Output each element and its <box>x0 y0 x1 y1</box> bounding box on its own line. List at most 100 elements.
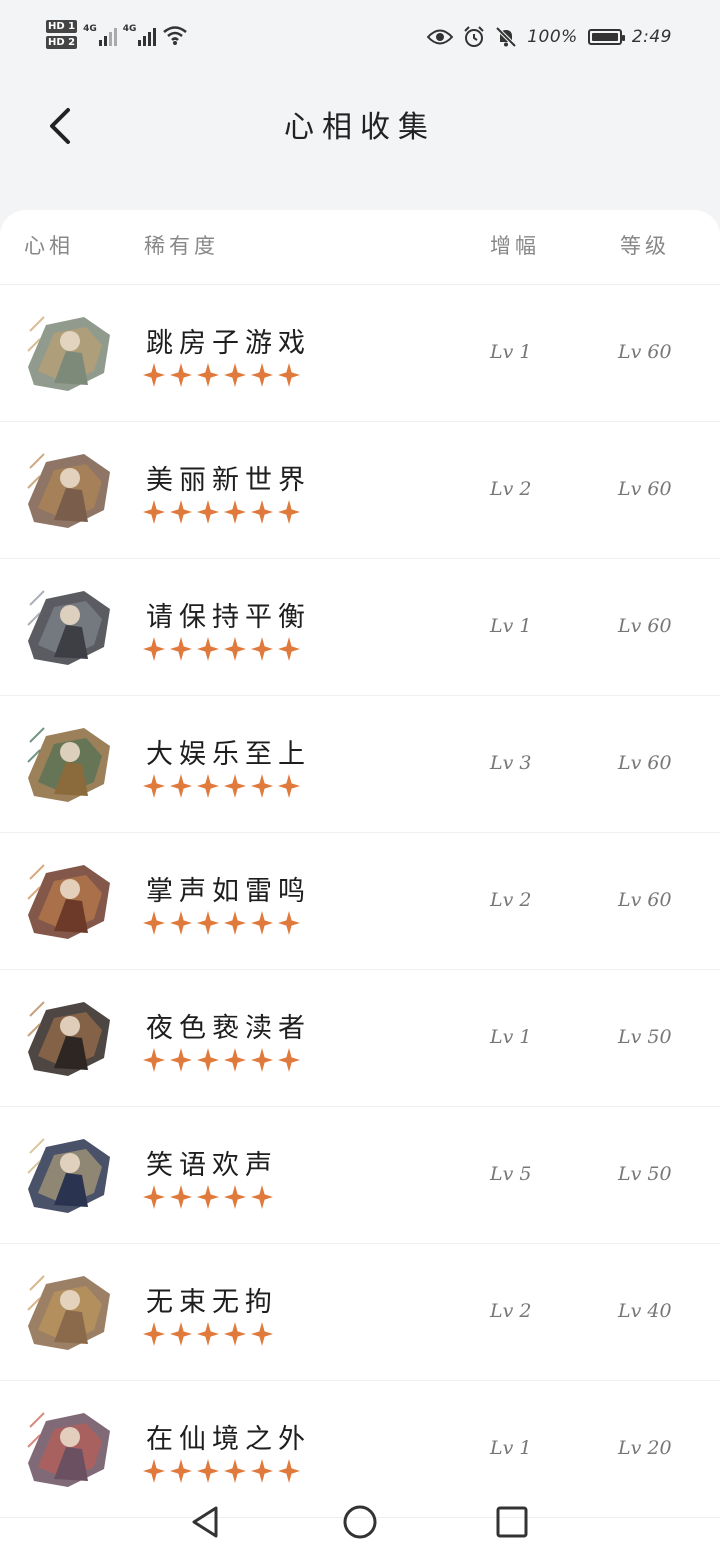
rarity-stars <box>143 637 300 661</box>
collection-card: 心相 稀有度 增幅 等级 跳房子游戏 Lv 1 Lv 60 美丽新世界 Lv 2 Lv 6… <box>0 210 720 1560</box>
row-title: 掌声如雷鸣 <box>146 876 311 907</box>
table-row[interactable]: 请保持平衡 Lv 1 Lv 60 <box>0 559 720 696</box>
star-icon <box>251 637 273 661</box>
rarity-stars <box>143 500 300 524</box>
star-icon <box>278 911 300 935</box>
star-icon <box>251 1185 273 1209</box>
card-level: Lv 20 <box>618 1437 672 1459</box>
star-icon <box>197 774 219 798</box>
card-art-thumbnail <box>27 1275 110 1350</box>
status-right-group: 100% 2:49 <box>427 26 672 48</box>
status-bar: HD 1 HD 2 4G 4G 100% 2:49 <box>0 0 720 80</box>
card-art-thumbnail <box>27 316 110 391</box>
card-level: Lv 40 <box>618 1300 672 1322</box>
star-icon <box>170 774 192 798</box>
star-icon <box>278 637 300 661</box>
star-icon <box>170 637 192 661</box>
star-icon <box>224 1048 246 1072</box>
star-icon <box>278 500 300 524</box>
star-icon <box>224 1185 246 1209</box>
star-icon <box>170 363 192 387</box>
star-icon <box>224 363 246 387</box>
app-bar: 心相收集 <box>0 80 720 170</box>
battery-percent: 100% <box>527 27 578 47</box>
star-icon <box>224 637 246 661</box>
table-row[interactable]: 跳房子游戏 Lv 1 Lv 60 <box>0 285 720 422</box>
row-title: 无束无拘 <box>146 1287 278 1318</box>
rarity-stars <box>143 1322 273 1346</box>
table-row[interactable]: 美丽新世界 Lv 2 Lv 60 <box>0 422 720 559</box>
card-level: Lv 50 <box>618 1163 672 1185</box>
star-icon <box>143 911 165 935</box>
card-level: Lv 60 <box>618 615 672 637</box>
rarity-stars <box>143 1048 300 1072</box>
star-icon <box>170 1322 192 1346</box>
boost-level: Lv 2 <box>490 1300 532 1322</box>
star-icon <box>197 500 219 524</box>
star-icon <box>278 1048 300 1072</box>
boost-level: Lv 1 <box>490 1437 532 1459</box>
signal-1-icon: 4G <box>83 24 117 46</box>
column-header-boost: 增幅 <box>490 234 540 258</box>
rarity-stars <box>143 363 300 387</box>
row-title: 大娱乐至上 <box>146 739 311 770</box>
star-icon <box>197 1322 219 1346</box>
star-icon <box>170 1185 192 1209</box>
star-icon <box>197 1048 219 1072</box>
column-header-rarity: 稀有度 <box>144 234 219 258</box>
boost-level: Lv 1 <box>490 1026 532 1048</box>
eye-icon <box>427 29 454 45</box>
hd2-badge: HD 2 <box>46 36 78 49</box>
star-icon <box>251 774 273 798</box>
star-icon <box>251 1048 273 1072</box>
card-art-thumbnail <box>27 1138 110 1213</box>
star-icon <box>224 1322 246 1346</box>
star-icon <box>251 500 273 524</box>
status-left-group: HD 1 HD 2 4G 4G <box>46 20 188 49</box>
star-icon <box>170 1048 192 1072</box>
card-level: Lv 60 <box>618 752 672 774</box>
card-level: Lv 60 <box>618 478 672 500</box>
signal-2-icon: 4G <box>123 24 157 46</box>
star-icon <box>224 774 246 798</box>
card-art-thumbnail <box>27 590 110 665</box>
clock: 2:49 <box>631 27 672 47</box>
row-title: 在仙境之外 <box>146 1424 311 1455</box>
boost-level: Lv 5 <box>490 1163 532 1185</box>
card-art-thumbnail <box>27 727 110 802</box>
star-icon <box>197 363 219 387</box>
system-nav-bar <box>0 1480 720 1560</box>
battery-icon <box>587 29 625 45</box>
table-row[interactable]: 无束无拘 Lv 2 Lv 40 <box>0 1244 720 1381</box>
star-icon <box>224 500 246 524</box>
network-2-label: 4G <box>122 23 137 34</box>
star-icon <box>278 774 300 798</box>
star-icon <box>251 363 273 387</box>
row-title: 请保持平衡 <box>146 602 311 633</box>
card-art-thumbnail <box>27 1001 110 1076</box>
table-row[interactable]: 掌声如雷鸣 Lv 2 Lv 60 <box>0 833 720 970</box>
star-icon <box>170 911 192 935</box>
square-recent-icon[interactable] <box>492 1502 532 1542</box>
circle-home-icon[interactable] <box>340 1502 380 1542</box>
boost-level: Lv 2 <box>490 889 532 911</box>
table-row[interactable]: 笑语欢声 Lv 5 Lv 50 <box>0 1107 720 1244</box>
wifi-icon <box>163 25 188 45</box>
card-art-thumbnail <box>27 453 110 528</box>
hd1-badge: HD 1 <box>46 20 78 33</box>
star-icon <box>143 774 165 798</box>
rarity-stars <box>143 1185 273 1209</box>
card-level: Lv 60 <box>618 341 672 363</box>
star-icon <box>251 911 273 935</box>
table-row[interactable]: 大娱乐至上 Lv 3 Lv 60 <box>0 696 720 833</box>
table-row[interactable]: 夜色亵渎者 Lv 1 Lv 50 <box>0 970 720 1107</box>
mute-bell-icon <box>495 26 517 48</box>
card-art-thumbnail <box>27 1412 110 1487</box>
triangle-back-icon[interactable] <box>186 1502 226 1542</box>
star-icon <box>251 1322 273 1346</box>
row-title: 笑语欢声 <box>146 1150 278 1181</box>
card-art-thumbnail <box>27 864 110 939</box>
star-icon <box>170 500 192 524</box>
star-icon <box>197 911 219 935</box>
card-level: Lv 60 <box>618 889 672 911</box>
